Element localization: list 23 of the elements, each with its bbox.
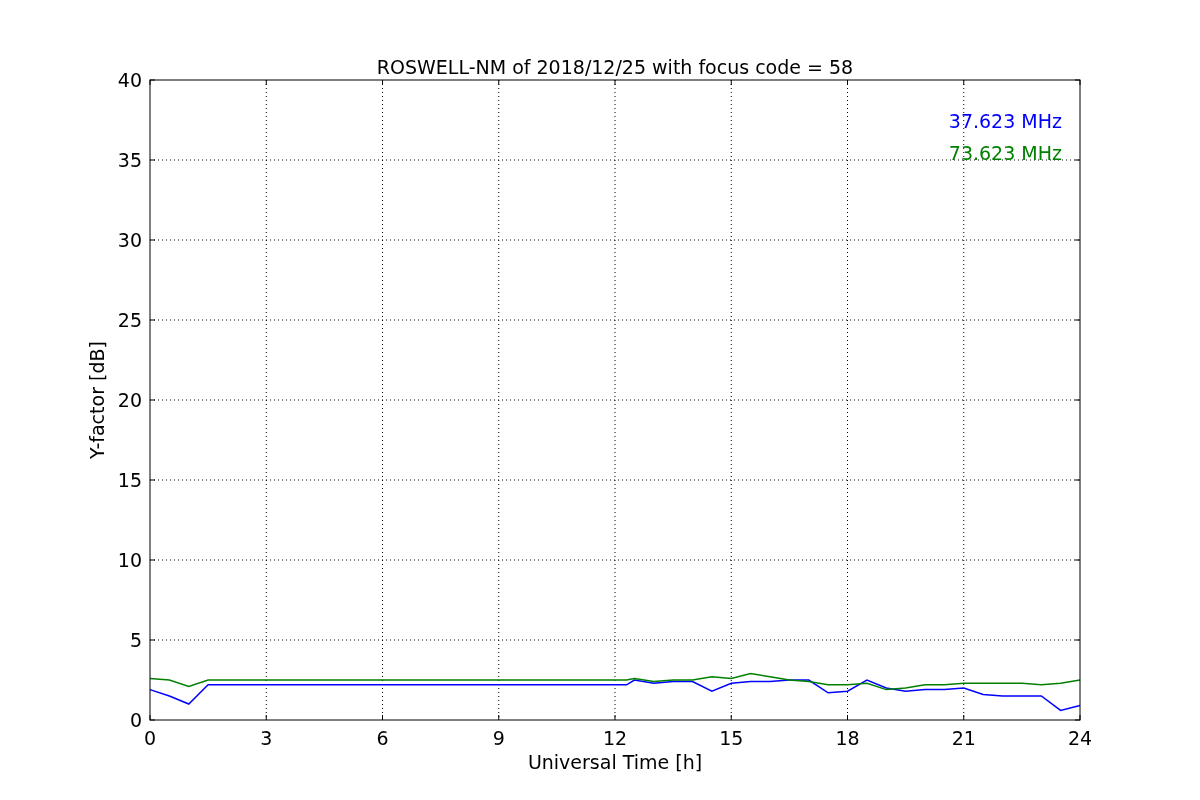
tick-label: 24 — [1067, 727, 1093, 749]
series-label: 37.623 MHz — [948, 110, 1062, 132]
series-label: 73.623 MHz — [948, 142, 1062, 164]
tick-label: 30 — [117, 229, 142, 251]
tick-label: 25 — [117, 309, 142, 331]
x-axis-label: Universal Time [h] — [527, 751, 703, 773]
tick-label: 6 — [376, 727, 389, 749]
tick-label: 15 — [117, 469, 142, 491]
chart-title: ROSWELL-NM of 2018/12/25 with focus code = 58 — [376, 56, 854, 78]
tick-label: 35 — [117, 149, 142, 171]
tick-label: 10 — [117, 549, 142, 571]
tick-label: 3 — [260, 727, 273, 749]
tick-label: 21 — [951, 727, 976, 749]
tick-label: 0 — [143, 727, 157, 749]
tick-label: 18 — [835, 727, 860, 749]
tick-label: 40 — [117, 69, 142, 91]
y-axis-label: Y-factor [dB] — [86, 341, 108, 459]
tick-label: 5 — [129, 629, 142, 651]
tick-label: 0 — [129, 709, 142, 731]
tick-label: 15 — [719, 727, 744, 749]
tick-label: 12 — [602, 727, 628, 749]
tick-label: 20 — [117, 389, 142, 411]
tick-label: 9 — [492, 727, 505, 749]
